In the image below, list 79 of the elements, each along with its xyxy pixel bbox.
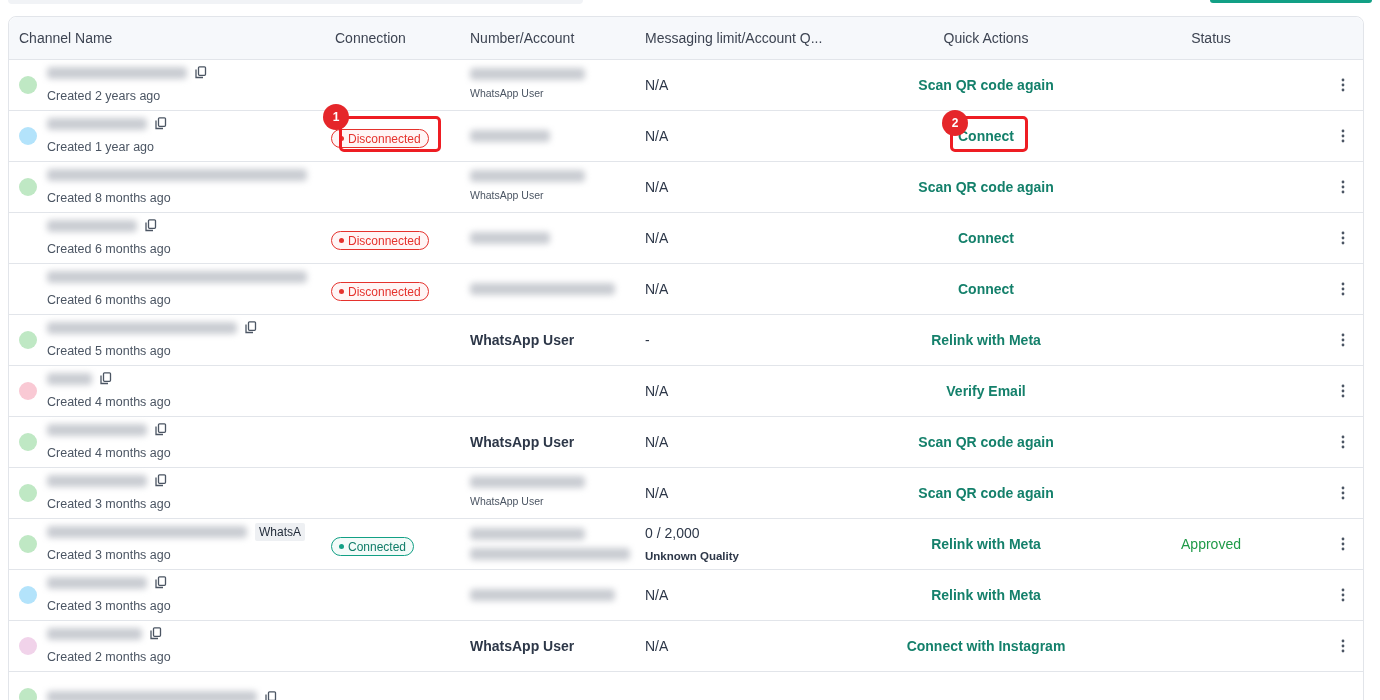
created-date: Created 2 months ago — [47, 648, 171, 666]
column-header: Status — [1191, 28, 1231, 48]
quick-action-link[interactable]: Verify Email — [946, 383, 1026, 399]
messaging-limit: N/A — [645, 432, 670, 452]
messaging-limit: N/A — [645, 75, 670, 95]
quick-action-link[interactable]: Connect with Instagram — [906, 638, 1066, 654]
account-quality: Unknown Quality — [645, 548, 740, 564]
messaging-limit: N/A — [645, 126, 670, 146]
channel-tag: WhatsA — [255, 522, 305, 541]
redacted-channel-name — [47, 372, 92, 385]
messaging-limit: 0 / 2,000 — [645, 523, 701, 543]
messaging-limit: N/A — [645, 636, 670, 656]
more-options-icon[interactable] — [1340, 129, 1345, 143]
quick-action-link[interactable]: Scan QR code again — [918, 179, 1054, 195]
created-date: Created 5 months ago — [47, 342, 172, 360]
connection-status-badge: Disconnected — [331, 231, 429, 250]
quick-action-link[interactable]: Scan QR code again — [918, 485, 1054, 501]
created-date: Created 1 year ago — [47, 138, 155, 156]
more-options-icon[interactable] — [1340, 435, 1345, 449]
more-options-icon[interactable] — [1340, 486, 1345, 500]
more-options-icon[interactable] — [1340, 639, 1345, 653]
quick-action-link[interactable]: Scan QR code again — [918, 434, 1054, 450]
column-header: Quick Actions — [943, 28, 1029, 48]
more-options-icon[interactable] — [1340, 282, 1345, 296]
account-type: WhatsApp User — [470, 494, 545, 510]
created-date: Created 4 months ago — [47, 393, 171, 411]
created-date: Created 6 months ago — [47, 240, 171, 258]
messaging-limit: N/A — [645, 585, 670, 605]
copy-icon[interactable] — [195, 66, 207, 80]
account-type: WhatsApp User — [470, 188, 545, 204]
created-date: Created 6 months ago — [47, 291, 172, 309]
account-name: WhatsApp User — [470, 638, 575, 654]
more-options-icon[interactable] — [1340, 231, 1345, 245]
quick-action-link[interactable]: Connect — [958, 230, 1014, 246]
copy-icon[interactable] — [100, 372, 112, 386]
quick-action-link[interactable]: Connect — [958, 281, 1014, 297]
more-options-icon[interactable] — [1340, 333, 1345, 347]
created-date: Created 2 years ago — [47, 87, 162, 105]
quick-action-link[interactable]: Relink with Meta — [931, 536, 1041, 552]
copy-icon[interactable] — [155, 576, 167, 590]
step-marker: 1 — [323, 104, 349, 130]
column-header: Messaging limit/Account Q... — [644, 28, 824, 48]
copy-icon[interactable] — [245, 321, 257, 335]
copy-icon[interactable] — [155, 117, 167, 131]
more-options-icon[interactable] — [1340, 384, 1345, 398]
quick-action-link[interactable]: Scan QR code again — [918, 77, 1054, 93]
more-options-icon[interactable] — [1340, 588, 1345, 602]
column-header: Number/Account — [469, 28, 576, 48]
quick-action-link[interactable]: Connect — [958, 128, 1014, 144]
copy-icon[interactable] — [150, 627, 162, 641]
copy-icon[interactable] — [155, 423, 167, 437]
created-date: Created 4 months ago — [47, 444, 171, 462]
connection-status-badge: Disconnected — [331, 129, 429, 148]
more-options-icon[interactable] — [1340, 78, 1345, 92]
messaging-limit: N/A — [645, 279, 670, 299]
approval-status: Approved — [1181, 536, 1241, 552]
quick-action-link[interactable]: Relink with Meta — [931, 587, 1041, 603]
messaging-limit: N/A — [645, 483, 670, 503]
account-type: WhatsApp User — [470, 86, 545, 102]
messaging-limit: N/A — [645, 228, 670, 248]
quick-action-link[interactable]: Relink with Meta — [931, 332, 1041, 348]
copy-icon[interactable] — [265, 690, 277, 700]
copy-icon[interactable] — [155, 474, 167, 488]
connection-status-badge: Disconnected — [331, 282, 429, 301]
account-name: WhatsApp User — [470, 332, 575, 348]
messaging-limit: N/A — [645, 177, 670, 197]
more-options-icon[interactable] — [1340, 180, 1345, 194]
account-name: WhatsApp User — [470, 434, 575, 450]
created-date: Created 3 months ago — [47, 546, 172, 564]
column-header: Channel Name — [18, 28, 114, 48]
messaging-limit: N/A — [645, 381, 670, 401]
created-date: Created 3 months ago — [47, 495, 171, 513]
copy-icon[interactable] — [145, 219, 157, 233]
created-date: Created 3 months ago — [47, 597, 171, 615]
more-options-icon[interactable] — [1340, 537, 1345, 551]
created-date: Created 8 months ago — [47, 189, 172, 207]
connection-status-badge: Connected — [331, 537, 415, 556]
column-header: Connection — [334, 28, 407, 48]
messaging-limit: - — [645, 330, 651, 350]
